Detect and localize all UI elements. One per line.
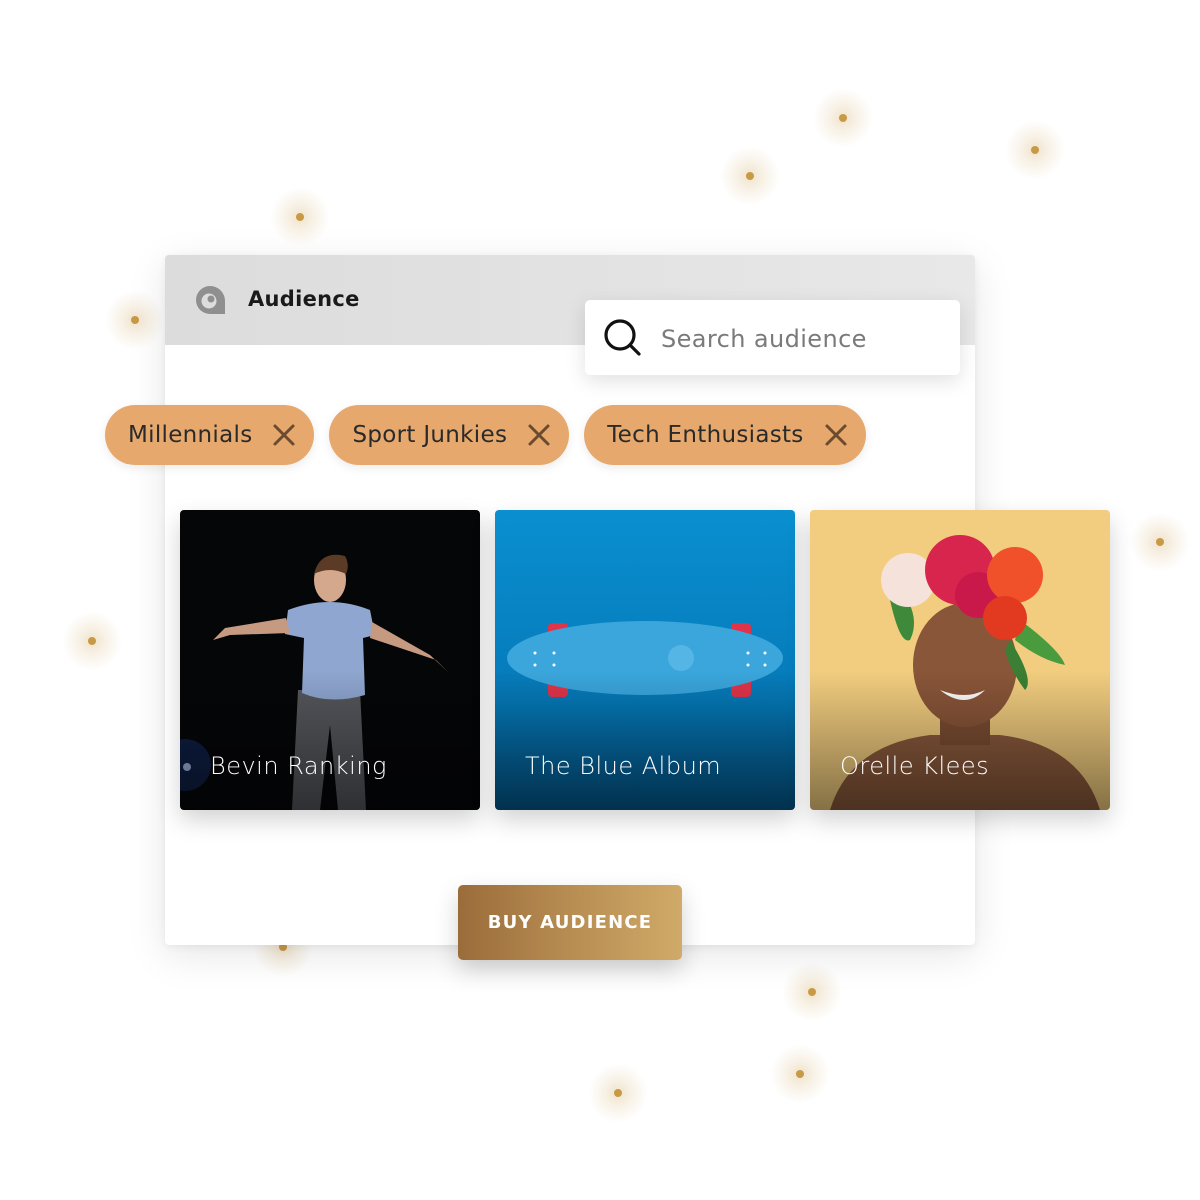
tag-tech-enthusiasts[interactable]: Tech Enthusiasts [584,405,866,465]
buy-audience-button[interactable]: BUY AUDIENCE [458,885,682,960]
close-icon[interactable] [272,423,296,447]
search-box[interactable] [585,300,960,375]
audience-logo-icon [196,286,225,314]
decorative-dot [270,187,330,247]
decorative-dot [62,611,122,671]
decorative-dot [720,146,780,206]
tag-label: Tech Enthusiasts [607,422,804,448]
panel-title: Audience [248,287,360,311]
card-label: Bevin Ranking [210,752,387,780]
decorative-dot [588,1063,648,1123]
card-label: The Blue Album [525,752,722,780]
decorative-dot [813,88,873,148]
decorative-dot [782,962,842,1022]
decorative-dot [770,1044,830,1104]
decorative-dot [1005,120,1065,180]
tag-label: Sport Junkies [352,422,508,448]
audience-card-the-blue-album[interactable]: The Blue Album [495,510,795,810]
tag-label: Millennials [128,422,253,448]
close-icon[interactable] [527,423,551,447]
audience-card-bevin-ranking[interactable]: Bevin Ranking [180,510,480,810]
audience-cards: Bevin Ranking The Blue Album Orelle Klee… [180,510,1110,810]
search-icon [604,319,641,356]
tag-list: Millennials Sport Junkies Tech Enthusias… [105,405,866,465]
search-input[interactable] [659,318,943,360]
close-icon[interactable] [824,423,848,447]
audience-card-orelle-klees[interactable]: Orelle Klees [810,510,1110,810]
card-label: Orelle Klees [840,752,990,780]
tag-sport-junkies[interactable]: Sport Junkies [329,405,570,465]
tag-millennials[interactable]: Millennials [105,405,315,465]
decorative-dot [105,290,165,350]
decorative-dot [1130,512,1190,572]
